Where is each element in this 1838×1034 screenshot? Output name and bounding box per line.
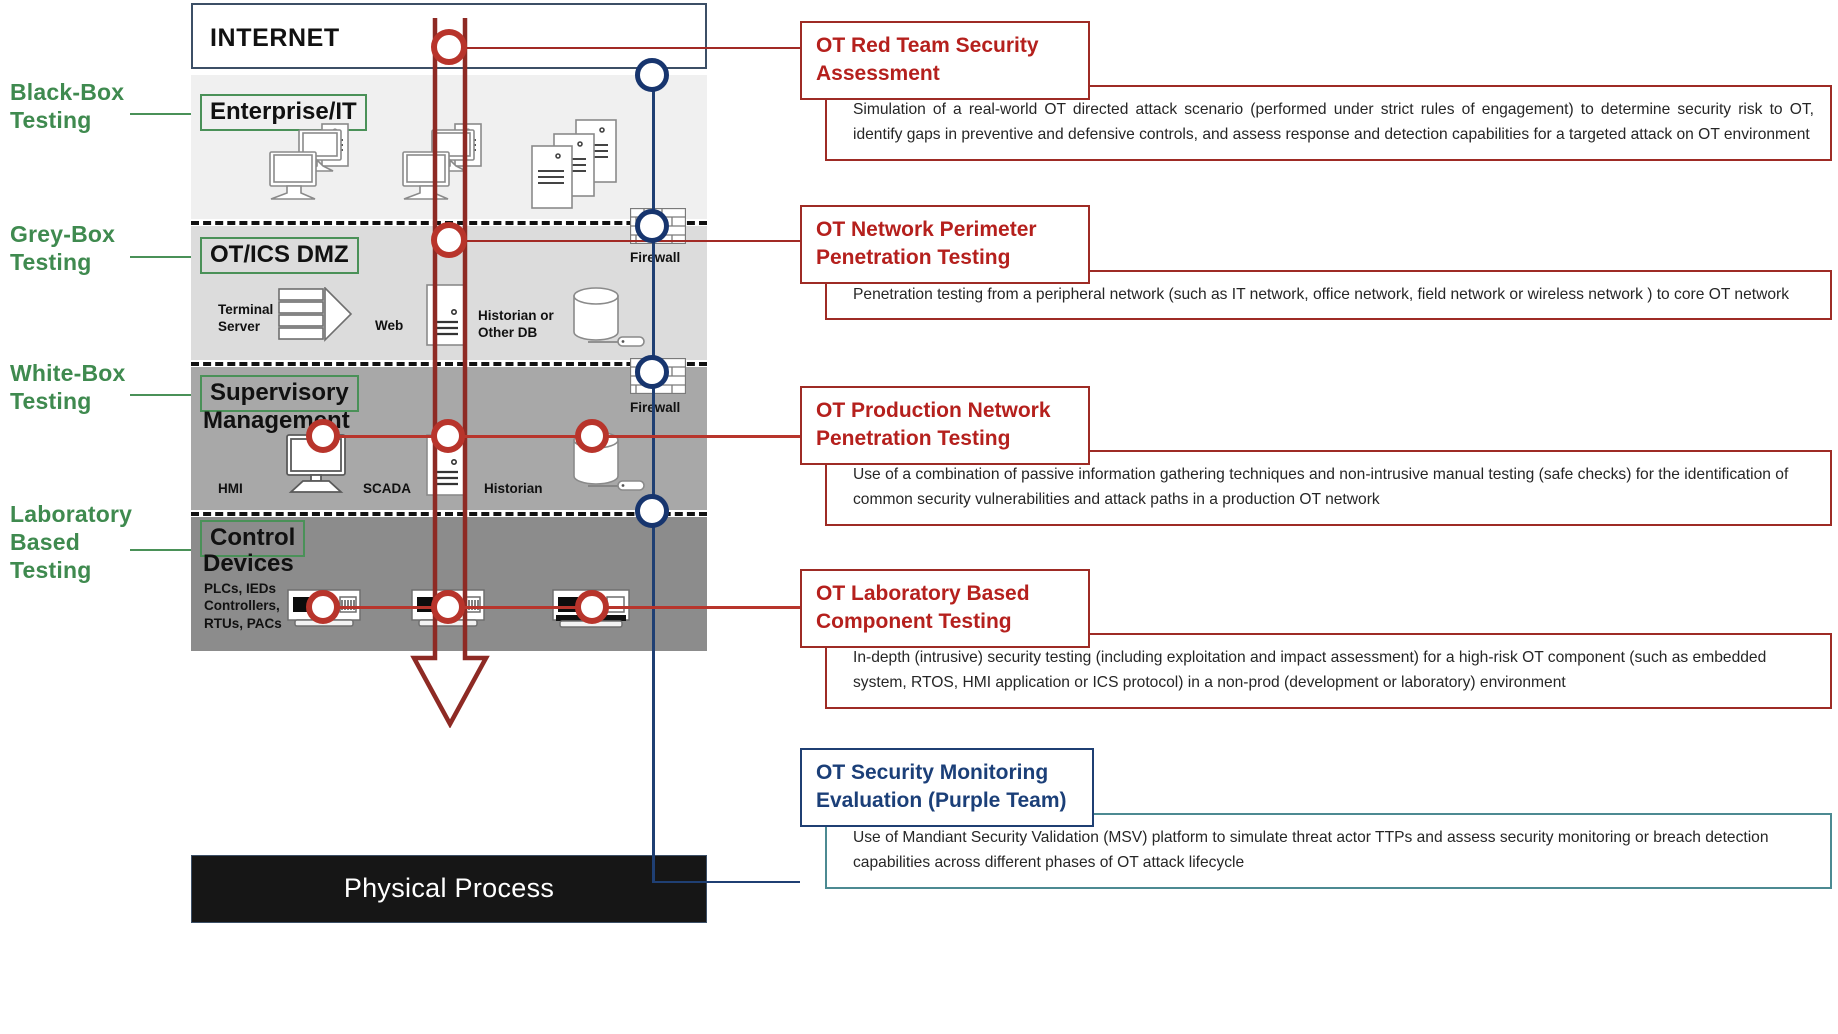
firewall-caption-lower: Firewall [630, 400, 681, 415]
callout-title-ot-security-monitoring-evaluation[interactable]: OT Security Monitoring Evaluation (Purpl… [800, 748, 1094, 827]
zone-title-ot-ics-dmz: OT/ICS DMZ [200, 237, 359, 274]
test-point-supervisory-historian[interactable] [575, 419, 609, 453]
monitoring-path-to-callout [652, 881, 800, 883]
zone-title-devices: Devices [203, 550, 294, 577]
test-point-control-plc2[interactable] [431, 590, 465, 624]
testing-label-grey-box: Grey-Box Testing [10, 221, 116, 276]
testing-label-black-box: Black-Box Testing [10, 79, 125, 134]
test-point-supervisory-scada[interactable] [431, 419, 465, 453]
terminal-server-caption: Terminal Server [218, 302, 274, 335]
connector-red-team [462, 47, 800, 49]
callout-title-ot-laboratory-based-component-testing[interactable]: OT Laboratory Based Component Testing [800, 569, 1090, 648]
terminal-server-icon [278, 287, 353, 342]
physical-process-label: Physical Process [343, 873, 555, 903]
leader-line-grey-box [130, 256, 192, 258]
workstation-group-icon [269, 123, 349, 200]
leader-line-black-box [130, 113, 192, 115]
test-point-control-plc3[interactable] [575, 590, 609, 624]
monitoring-point-enterprise[interactable] [635, 58, 669, 92]
test-point-control-plc1[interactable] [306, 590, 340, 624]
monitoring-point-supervisory[interactable] [635, 355, 669, 389]
monitoring-path-vertical [652, 60, 655, 882]
monitoring-point-control[interactable] [635, 494, 669, 528]
callout-title-ot-production-network-penetration-testing[interactable]: OT Production Network Penetration Testin… [800, 386, 1090, 465]
physical-process-zone: Physical Process [191, 855, 707, 923]
internet-label: INTERNET [210, 24, 340, 52]
control-devices-caption: PLCs, IEDs Controllers, RTUs, PACs [204, 581, 282, 631]
web-caption: Web [375, 318, 404, 333]
monitoring-point-dmz[interactable] [635, 209, 669, 243]
hmi-caption: HMI [218, 481, 243, 496]
leader-line-white-box [130, 394, 192, 396]
callout-title-ot-red-team-security-assessment[interactable]: OT Red Team Security Assessment [800, 21, 1090, 100]
leader-line-laboratory-based [130, 549, 192, 551]
callout-title-ot-network-perimeter-penetration-testing[interactable]: OT Network Perimeter Penetration Testing [800, 205, 1090, 284]
ot-security-testing-diagram: Black-Box Testing Grey-Box Testing White… [0, 0, 1838, 1034]
testing-label-white-box: White-Box Testing [10, 360, 126, 415]
testing-label-laboratory-based: Laboratory Based Testing [10, 501, 133, 584]
database-icon [573, 287, 645, 347]
server-stack-icon [531, 119, 617, 209]
connector-production-network [322, 435, 800, 438]
connector-laboratory-component [322, 606, 800, 609]
connector-network-perimeter [462, 240, 800, 242]
test-point-supervisory-hmi[interactable] [306, 419, 340, 453]
firewall-caption-upper: Firewall [630, 250, 681, 265]
test-point-dmz[interactable] [431, 222, 467, 258]
test-point-internet[interactable] [431, 29, 467, 65]
